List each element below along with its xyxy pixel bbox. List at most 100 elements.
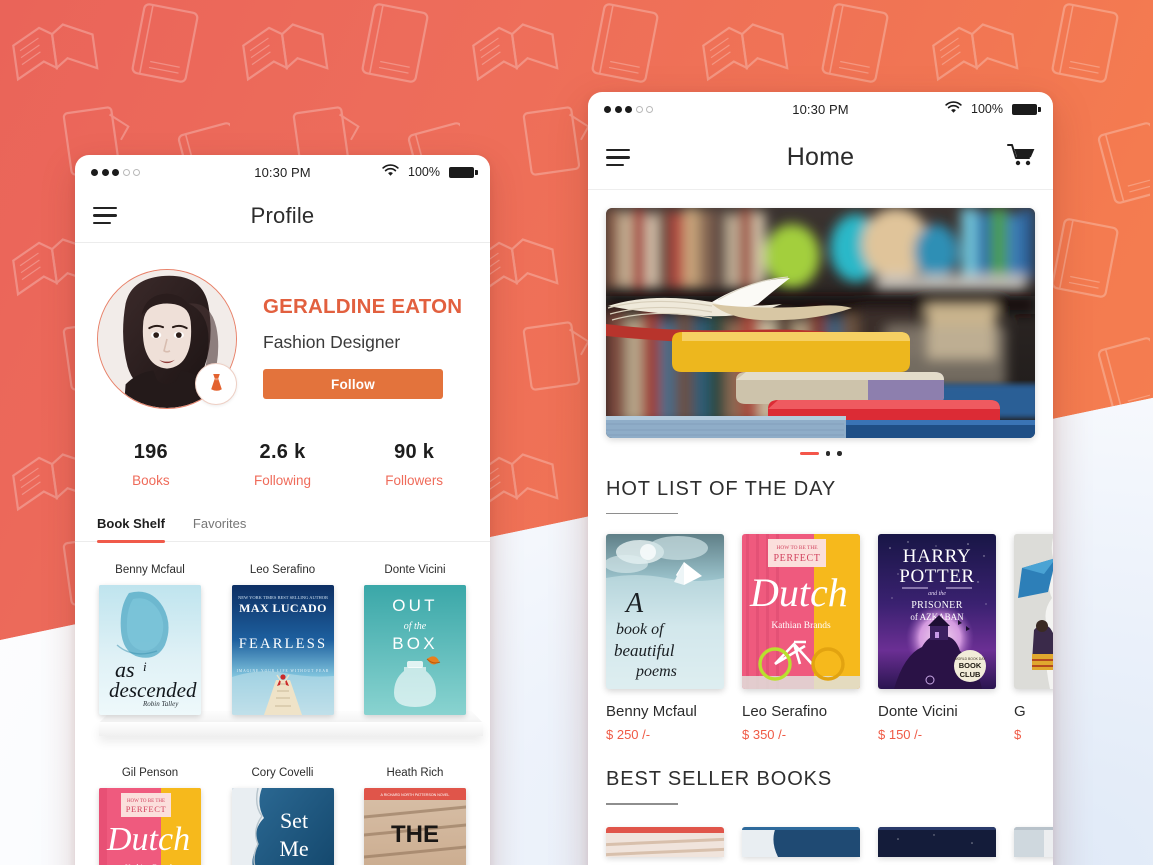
stat-value: 90 k (394, 441, 435, 463)
svg-text:descended: descended (109, 678, 197, 702)
svg-text:CLUB: CLUB (960, 670, 981, 679)
wifi-icon (382, 164, 399, 180)
section-title: HOT LIST OF THE DAY (606, 477, 837, 500)
svg-text:MAX LUCADO: MAX LUCADO (239, 601, 327, 615)
svg-text:FEARLESS: FEARLESS (238, 636, 327, 652)
user-name: GERALDINE EATON (263, 295, 463, 318)
book-author: Benny Mcfaul (115, 564, 185, 576)
book-author: Donte Vicini (384, 564, 446, 576)
stat-label: Following (253, 473, 312, 488)
signal-strength-icon (91, 168, 140, 176)
book-shelf-row-1: Benny Mcfaul as i descended Robin Talley… (75, 542, 490, 741)
book-card[interactable]: A book of beautiful poems Benny Mcfaul $… (606, 534, 724, 742)
svg-text:Kathian Brands: Kathian Brands (771, 621, 831, 631)
best-seller-cover-1[interactable] (606, 826, 724, 857)
svg-text:OUT: OUT (392, 596, 437, 615)
hamburger-menu-icon[interactable] (93, 206, 117, 225)
tab-favorites[interactable]: Favorites (193, 516, 246, 541)
stat-following[interactable]: 2.6 k Following (217, 441, 349, 488)
stat-value: 2.6 k (259, 441, 306, 463)
book-cover-perfect-dutch: HOW TO BE THE PERFECT Dutch Kathian Bran… (99, 788, 201, 865)
book-cover-beautiful-poems: A book of beautiful poems (606, 534, 724, 690)
home-phone-screen: 10:30 PM 100% Home HOT LIST OF THE DAY A… (588, 92, 1053, 865)
svg-text:HARRY: HARRY (903, 546, 971, 567)
profile-header: GERALDINE EATON Fashion Designer Follow (75, 243, 490, 409)
profile-info: GERALDINE EATON Fashion Designer Follow (237, 269, 468, 399)
book-author: Heath Rich (386, 767, 444, 779)
shelf-board (99, 711, 483, 741)
svg-text:PRISONER: PRISONER (911, 600, 963, 611)
book-price: $ 350 /- (742, 727, 787, 743)
svg-text:and the: and the (928, 591, 946, 597)
shelf-book-item[interactable]: Leo Serafino NEW YORK TIMES BEST SELLING… (231, 564, 334, 715)
home-status-bar: 10:30 PM 100% (588, 92, 1053, 126)
svg-text:PERFECT: PERFECT (774, 553, 821, 564)
book-author: Donte Vicini (878, 703, 958, 721)
hot-list-cards: A book of beautiful poems Benny Mcfaul $… (588, 514, 1053, 742)
profile-tabs: Book Shelf Favorites (75, 516, 490, 543)
book-author: Cory Covelli (251, 767, 314, 779)
shelf-book-item[interactable]: Donte Vicini OUT of the BOX (364, 564, 466, 715)
profile-status-bar: 10:30 PM 100% (75, 155, 490, 189)
svg-text:BOOK: BOOK (959, 661, 982, 670)
svg-text:A: A (624, 588, 644, 619)
book-price: $ (1014, 727, 1022, 743)
best-seller-cover-2[interactable] (742, 826, 860, 857)
book-price: $ 150 /- (878, 727, 923, 743)
svg-text:Set: Set (279, 808, 307, 833)
stat-books[interactable]: 196 Books (85, 441, 217, 488)
svg-text:beautiful: beautiful (614, 641, 675, 660)
dress-icon (195, 363, 237, 405)
section-title: BEST SELLER BOOKS (606, 768, 833, 791)
pagination-dot[interactable] (837, 451, 842, 456)
svg-text:Robin Talley: Robin Talley (142, 700, 179, 708)
hamburger-menu-icon[interactable] (606, 148, 630, 167)
page-title: Profile (250, 202, 315, 228)
home-nav-bar: Home (588, 126, 1053, 190)
svg-text:POTTER: POTTER (899, 566, 974, 587)
svg-text:IMAGINE YOUR LIFE WITHOUT FEAR: IMAGINE YOUR LIFE WITHOUT FEAR (236, 669, 329, 673)
book-cover-fearless: NEW YORK TIMES BEST SELLING AUTHOR MAX L… (231, 585, 334, 715)
book-author: Benny Mcfaul (606, 703, 697, 721)
stat-label: Books (132, 473, 170, 488)
svg-text:Dutch: Dutch (106, 821, 190, 858)
hero-carousel[interactable] (588, 190, 1053, 456)
book-cover-the-ready: A RICHARD NORTH PATTERSON NOVEL THE READ… (364, 788, 466, 865)
stat-followers[interactable]: 90 k Followers (348, 441, 480, 488)
book-cover-out-of-the-box: OUT of the BOX (364, 585, 466, 715)
profile-nav-bar: Profile (75, 189, 490, 243)
battery-full-icon (1012, 103, 1041, 115)
svg-text:THE: THE (391, 821, 439, 848)
best-seller-cover-4[interactable] (1014, 826, 1053, 857)
book-card[interactable]: HARRY POTTER and the PRISONER of AZKABAN… (878, 534, 996, 742)
shelf-book-item[interactable]: Benny Mcfaul as i descended Robin Talley (99, 564, 201, 715)
user-role: Fashion Designer (263, 332, 401, 352)
best-seller-cover-3[interactable] (878, 826, 996, 857)
stat-value: 196 (133, 441, 168, 463)
mockup-stage: 10:30 PM 100% Profile GERALDINE EATON Fa… (0, 0, 1153, 865)
shopping-cart-icon[interactable] (1007, 143, 1035, 172)
book-card[interactable]: HOW TO BE THE PERFECT Dutch Kathian Bran… (742, 534, 860, 742)
book-cover-harry-potter-azkaban: HARRY POTTER and the PRISONER of AZKABAN… (878, 534, 996, 690)
svg-text:i: i (143, 659, 147, 674)
shelf-book-item[interactable]: Cory Covelli Set Me Free (231, 767, 334, 865)
wifi-icon (945, 101, 962, 117)
battery-full-icon (449, 166, 478, 178)
tab-book-shelf[interactable]: Book Shelf (97, 516, 165, 543)
book-author: Gil Penson (121, 767, 179, 779)
follow-button[interactable]: Follow (263, 369, 443, 399)
hot-list-section-header: HOT LIST OF THE DAY (588, 456, 1053, 515)
book-cover-perfect-dutch: HOW TO BE THE PERFECT Dutch Kathian Bran… (742, 534, 860, 690)
profile-stats: 196 Books 2.6 k Following 90 k Followers (75, 441, 490, 488)
svg-text:poems: poems (635, 663, 677, 680)
shelf-book-item[interactable]: Gil Penson HOW TO BE THE PERFECT Dutch K… (99, 767, 201, 865)
pagination-dot[interactable] (825, 451, 830, 456)
book-price: $ 250 /- (606, 727, 651, 743)
book-cover-as-i-descended: as i descended Robin Talley (99, 585, 201, 715)
pagination-active-indicator[interactable] (799, 451, 819, 455)
book-author: Leo Serafino (742, 703, 828, 721)
page-title: Home (786, 143, 855, 171)
book-card-partial[interactable]: G $ (1014, 534, 1053, 742)
shelf-book-item[interactable]: Heath Rich A RICHARD NORTH PATTERSON NOV… (364, 767, 466, 865)
battery-percent: 100% (408, 165, 440, 179)
